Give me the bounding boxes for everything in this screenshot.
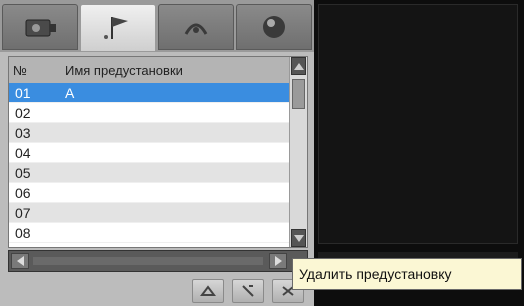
preset-list: № Имя предустановки 01 A 02 03 04 05 06 … (8, 56, 308, 248)
video-frame (318, 4, 518, 244)
preset-rows: 01 A 02 03 04 05 06 07 08 (9, 83, 289, 249)
scroll-down-button[interactable] (291, 229, 306, 247)
set-preset-icon (242, 285, 254, 297)
scroll-track[interactable] (33, 257, 263, 265)
call-preset-button[interactable] (192, 279, 224, 303)
table-row[interactable]: 07 (9, 203, 289, 223)
tour-icon (184, 23, 208, 35)
preset-number: 06 (15, 184, 31, 201)
preset-number: 08 (15, 224, 31, 241)
header-number[interactable]: № (9, 63, 65, 78)
preset-number: 03 (15, 124, 31, 141)
preset-number: 04 (15, 144, 31, 161)
arrow-right-icon (274, 256, 282, 266)
flag-icon (104, 17, 128, 39)
scroll-right-button[interactable] (269, 253, 287, 269)
scroll-thumb[interactable] (292, 79, 305, 109)
table-row[interactable]: 02 (9, 103, 289, 123)
preset-toolbar (0, 276, 314, 306)
horizontal-scrollbar[interactable] (8, 250, 308, 272)
arrow-left-icon (16, 256, 24, 266)
tab-tour[interactable] (158, 4, 234, 50)
list-header: № Имя предустановки (9, 57, 289, 83)
vertical-scrollbar[interactable] (289, 57, 307, 247)
arrow-down-icon (293, 235, 304, 242)
tab-camera[interactable] (2, 4, 78, 50)
tab-sphere[interactable] (236, 4, 312, 50)
table-row[interactable]: 06 (9, 183, 289, 203)
preset-number: 01 (15, 84, 31, 101)
preset-number: 07 (15, 204, 31, 221)
scroll-up-button[interactable] (291, 57, 306, 75)
set-preset-button[interactable] (232, 279, 264, 303)
preset-number: 05 (15, 164, 31, 181)
tooltip-text: Удалить предустановку (299, 266, 452, 282)
tooltip: Удалить предустановку (292, 258, 522, 290)
header-preset-name[interactable]: Имя предустановки (65, 63, 289, 78)
preset-name: A (65, 84, 75, 101)
call-preset-icon (200, 285, 216, 296)
table-row[interactable]: 01 A (9, 83, 289, 103)
table-row[interactable]: 05 (9, 163, 289, 183)
arrow-up-icon (293, 63, 304, 70)
tab-bar (0, 0, 314, 52)
sphere-icon (263, 16, 285, 38)
table-row[interactable]: 03 (9, 123, 289, 143)
camera-icon (25, 19, 56, 37)
scroll-left-button[interactable] (11, 253, 29, 269)
ptz-panel: № Имя предустановки 01 A 02 03 04 05 06 … (0, 0, 314, 306)
tab-presets[interactable] (80, 4, 156, 52)
table-row[interactable]: 04 (9, 143, 289, 163)
table-row[interactable]: 08 (9, 223, 289, 243)
preset-number: 02 (15, 104, 31, 121)
